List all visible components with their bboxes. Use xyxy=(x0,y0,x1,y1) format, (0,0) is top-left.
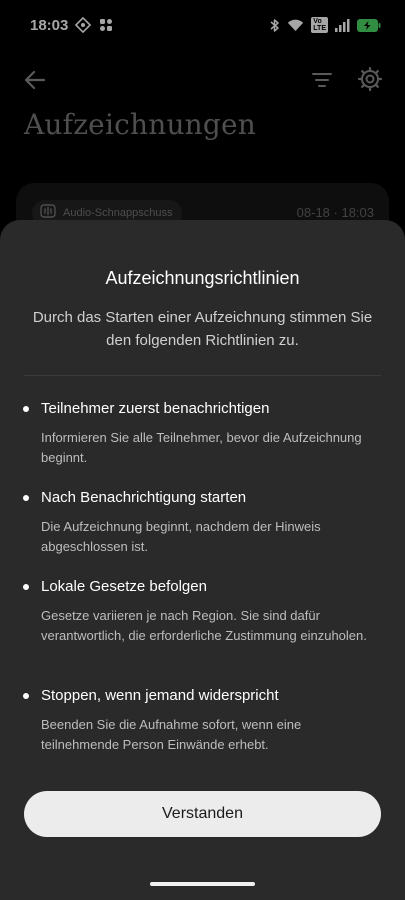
policy-description: Informieren Sie alle Teilnehmer, bevor d… xyxy=(41,430,362,465)
bullet-icon xyxy=(23,406,29,412)
recording-policy-sheet: Aufzeichnungsrichtlinien Durch das Start… xyxy=(0,220,405,900)
divider xyxy=(24,375,381,376)
sheet-title: Aufzeichnungsrichtlinien xyxy=(105,268,300,288)
policy-heading: Teilnehmer zuerst benachrichtigen xyxy=(41,400,270,417)
confirm-button[interactable]: Verstanden xyxy=(24,791,381,837)
sheet-subtitle: Durch das Starten einer Aufzeichnung sti… xyxy=(32,309,373,349)
bullet-icon xyxy=(23,495,29,501)
policy-description: Die Aufzeichnung beginnt, nachdem der Hi… xyxy=(41,519,321,554)
policy-description: Beenden Sie die Aufnahme sofort, wenn ei… xyxy=(41,717,302,752)
policy-heading: Lokale Gesetze befolgen xyxy=(41,578,207,595)
bullet-icon xyxy=(23,693,29,699)
policy-description: Gesetze variieren je nach Region. Sie si… xyxy=(41,608,367,643)
bullet-icon xyxy=(23,584,29,590)
home-indicator[interactable] xyxy=(150,882,255,886)
policy-heading: Nach Benachrichtigung starten xyxy=(41,489,247,506)
policy-heading: Stoppen, wenn jemand widerspricht xyxy=(41,687,279,704)
